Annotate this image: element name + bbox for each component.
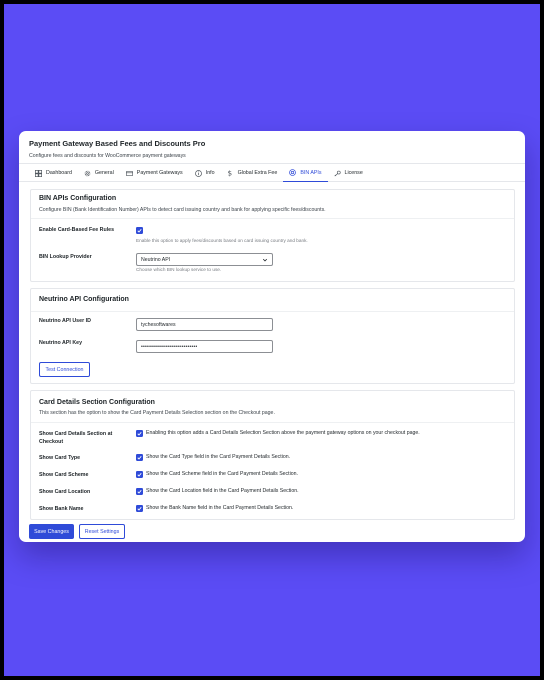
card-details-section: Card Details Section Configuration This … [30, 390, 515, 520]
show-card-scheme-text: Show the Card Scheme field in the Card P… [146, 471, 298, 477]
check-icon [137, 455, 142, 460]
settings-panel: Payment Gateway Based Fees and Discounts… [19, 131, 525, 542]
gear-icon [84, 170, 91, 177]
section-title: Card Details Section Configuration [39, 399, 155, 406]
test-connection-button[interactable]: Test Connection [39, 362, 90, 377]
tab-license[interactable]: License [328, 164, 369, 182]
tab-bin-apis[interactable]: BIN APIs [283, 164, 328, 182]
tab-info[interactable]: Info [189, 164, 221, 182]
check-icon [137, 489, 142, 494]
tab-general[interactable]: General [78, 164, 120, 182]
chevron-down-icon [262, 258, 268, 262]
tab-global-extra-fee[interactable]: $ Global Extra Fee [221, 164, 284, 182]
divider [31, 311, 514, 312]
grid-icon [35, 169, 42, 177]
check-icon [137, 228, 142, 233]
section-title: BIN APIs Configuration [39, 195, 117, 202]
provider-select[interactable]: Neutrino API [136, 253, 273, 266]
show-card-scheme-checkbox[interactable] [136, 471, 143, 478]
section-title: Neutrino API Configuration [39, 296, 129, 303]
provider-select-value: Neutrino API [141, 256, 171, 263]
tab-label: General [94, 170, 114, 176]
show-bank-name-label: Show Bank Name [39, 506, 84, 512]
panel-header: Payment Gateway Based Fees and Discounts… [19, 131, 525, 164]
show-card-details-label: Show Card Details Section at Checkout [39, 431, 113, 445]
enable-card-fee-help: Enable this option to apply fees/discoun… [136, 238, 308, 243]
reset-settings-button[interactable]: Reset Settings [79, 524, 125, 539]
show-bank-name-checkbox[interactable] [136, 505, 143, 512]
tab-label: License [344, 170, 363, 176]
divider [31, 422, 514, 423]
show-card-location-checkbox[interactable] [136, 488, 143, 495]
neutrino-user-id-input[interactable]: tychesoftwares [136, 318, 273, 331]
show-card-type-text: Show the Card Type field in the Card Pay… [146, 454, 291, 460]
provider-label: BIN Lookup Provider [39, 254, 92, 260]
enable-card-fee-label: Enable Card-Based Fee Rules [39, 227, 115, 233]
tab-dashboard[interactable]: Dashboard [29, 164, 78, 182]
show-card-scheme-label: Show Card Scheme [39, 472, 89, 478]
dollar-icon: $ [227, 169, 234, 177]
svg-text:$: $ [228, 169, 233, 177]
tab-label: Dashboard [46, 170, 72, 176]
bin-apis-section: BIN APIs Configuration Configure BIN (Ba… [30, 189, 515, 282]
page-title: Payment Gateway Based Fees and Discounts… [29, 139, 206, 148]
neutrino-api-key-label: Neutrino API Key [39, 340, 83, 346]
check-icon [137, 431, 142, 436]
key-icon [333, 170, 341, 177]
show-card-location-text: Show the Card Location field in the Card… [146, 488, 299, 494]
globe-icon [289, 169, 297, 176]
section-description: This section has the option to show the … [39, 410, 275, 416]
show-card-details-text: Enabling this option adds a Card Details… [146, 430, 420, 436]
tab-bar: Dashboard General Payment Gateways Info [19, 164, 525, 182]
show-card-type-checkbox[interactable] [136, 454, 143, 461]
tab-payment-gateways[interactable]: Payment Gateways [120, 164, 189, 182]
tab-label: Global Extra Fee [237, 170, 278, 176]
tab-label: Info [205, 170, 215, 176]
show-card-type-label: Show Card Type [39, 455, 81, 461]
save-changes-button[interactable]: Save Changes [29, 524, 74, 539]
tab-label: BIN APIs [300, 169, 322, 176]
credit-card-icon [125, 170, 133, 177]
neutrino-user-id-label: Neutrino API User ID [39, 318, 91, 324]
show-bank-name-text: Show the Bank Name field in the Card Pay… [146, 505, 294, 511]
neutrino-api-key-input[interactable]: •••••••••••••••••••••••••••• [136, 340, 273, 353]
divider [31, 218, 514, 219]
check-icon [137, 472, 142, 477]
show-card-details-checkbox[interactable] [136, 430, 143, 437]
enable-card-fee-checkbox[interactable] [136, 227, 143, 234]
tab-label: Payment Gateways [136, 170, 183, 176]
neutrino-api-section: Neutrino API Configuration Neutrino API … [30, 288, 515, 384]
page-subtitle: Configure fees and discounts for WooComm… [29, 153, 186, 159]
info-icon [194, 169, 202, 177]
provider-help: Choose which BIN lookup service to use. [136, 267, 222, 272]
section-description: Configure BIN (Bank Identification Numbe… [39, 207, 326, 213]
check-icon [137, 506, 142, 511]
show-card-location-label: Show Card Location [39, 489, 91, 495]
page-background: Payment Gateway Based Fees and Discounts… [4, 4, 540, 676]
